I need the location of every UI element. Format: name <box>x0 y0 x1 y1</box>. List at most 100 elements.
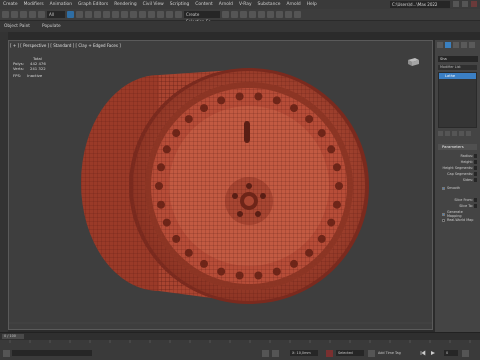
go-to-start-icon[interactable] <box>420 350 426 356</box>
viewport-label[interactable]: [ + ] [ Perspective ] [ Standard ] [ Cla… <box>10 43 121 48</box>
menu-substance[interactable]: Substance <box>258 2 281 7</box>
curve-editor-icon[interactable] <box>249 11 256 18</box>
spinner-snap-icon[interactable] <box>175 11 182 18</box>
snap-icon[interactable] <box>148 11 155 18</box>
render-setup-icon[interactable] <box>276 11 283 18</box>
scale-icon[interactable] <box>121 11 128 18</box>
perspective-viewport[interactable] <box>8 40 433 330</box>
unlink-icon[interactable] <box>29 11 36 18</box>
workspace-dropdown[interactable]: C:\Users\d...\Max 2022 <box>390 1 450 8</box>
named-selection-dropdown[interactable]: Create Selection Se <box>184 11 220 24</box>
bind-icon[interactable] <box>38 11 45 18</box>
param-cap-segments-spinner[interactable] <box>474 172 477 176</box>
param-radius-spinner[interactable] <box>474 154 477 158</box>
create-tab-icon[interactable] <box>437 42 443 48</box>
display-tab-icon[interactable] <box>469 42 475 48</box>
modifier-stack: Lathe <box>438 72 477 128</box>
play-icon[interactable] <box>430 350 436 356</box>
menu-rendering[interactable]: Rendering <box>114 2 136 7</box>
slice-from-spinner[interactable] <box>474 198 477 202</box>
remove-modifier-icon[interactable] <box>459 131 464 136</box>
redo-icon[interactable] <box>11 11 18 18</box>
link-icon[interactable] <box>20 11 27 18</box>
time-slider[interactable]: 0 / 100 <box>0 332 480 340</box>
menu-graph-editors[interactable]: Graph Editors <box>78 2 108 7</box>
auto-key-icon[interactable] <box>326 350 333 357</box>
menu-content[interactable]: Content <box>195 2 212 7</box>
rim-bolt <box>305 248 314 257</box>
current-frame-field[interactable]: 0 <box>444 350 458 356</box>
render-icon[interactable] <box>294 11 301 18</box>
rim-bolt <box>162 218 171 227</box>
mirror-icon[interactable] <box>222 11 229 18</box>
menu-scripting[interactable]: Scripting <box>170 2 190 7</box>
param-height-segments-spinner[interactable] <box>474 166 477 170</box>
undo-icon[interactable] <box>2 11 9 18</box>
ribbon-populate[interactable]: Populate <box>42 24 61 29</box>
menu-modifiers[interactable]: Modifiers <box>24 2 44 7</box>
place-icon[interactable] <box>130 11 137 18</box>
ribbon-object-paint[interactable]: Object Paint <box>4 24 30 29</box>
make-unique-icon[interactable] <box>452 131 457 136</box>
modifier-list-dropdown[interactable]: Modifier List <box>438 65 477 70</box>
configure-sets-icon[interactable] <box>466 131 471 136</box>
rim-bolt <box>217 267 226 276</box>
selected-dropdown[interactable]: Selected <box>336 350 364 356</box>
rotate-icon[interactable] <box>112 11 119 18</box>
menu-create[interactable]: Create <box>3 2 18 7</box>
object-name-field[interactable]: Sha <box>438 56 478 62</box>
selection-filter-dropdown[interactable]: All <box>47 11 65 18</box>
menu-animation[interactable]: Animation <box>50 2 72 7</box>
show-end-result-icon[interactable] <box>445 131 450 136</box>
real-world-map-checkbox[interactable] <box>442 218 445 222</box>
hierarchy-tab-icon[interactable] <box>453 42 459 48</box>
minimize-icon[interactable] <box>453 1 459 7</box>
modifier-item-lathe[interactable]: Lathe <box>439 73 476 79</box>
percent-snap-icon[interactable] <box>166 11 173 18</box>
rim-bolt <box>157 163 165 172</box>
select-by-name-icon[interactable] <box>76 11 83 18</box>
set-key-icon[interactable] <box>368 350 375 357</box>
main-toolbar: All Create Selection Se <box>0 9 480 24</box>
rim-bolt <box>317 234 326 243</box>
menu-help[interactable]: Help <box>307 2 317 7</box>
maxscript-listener[interactable] <box>12 350 92 356</box>
lock-selection-icon[interactable] <box>262 350 269 357</box>
maximize-icon[interactable] <box>462 1 468 7</box>
select-icon[interactable] <box>67 11 74 18</box>
rim-bolt <box>184 248 193 257</box>
param-sides-spinner[interactable] <box>474 178 477 182</box>
parameters-rollout[interactable]: Parameters <box>438 144 477 150</box>
add-time-tag[interactable]: Add Time Tag <box>378 350 401 357</box>
param-height-spinner[interactable] <box>474 160 477 164</box>
x-coordinate-field[interactable]: X: 10,0mm <box>290 350 318 356</box>
generate-mapping-checkbox[interactable] <box>442 212 445 216</box>
pivot-icon[interactable] <box>139 11 146 18</box>
modify-tab-icon[interactable] <box>445 42 451 48</box>
angle-snap-icon[interactable] <box>157 11 164 18</box>
viewcube-icon[interactable] <box>406 57 420 67</box>
align-icon[interactable] <box>231 11 238 18</box>
move-icon[interactable] <box>103 11 110 18</box>
window-crossing-icon[interactable] <box>94 11 101 18</box>
schematic-icon[interactable] <box>258 11 265 18</box>
close-icon[interactable] <box>471 1 477 7</box>
menu-arnold[interactable]: Arnold <box>219 2 233 7</box>
rect-select-icon[interactable] <box>85 11 92 18</box>
pin-stack-icon[interactable] <box>438 131 443 136</box>
menu-vray[interactable]: V-Ray <box>239 2 252 7</box>
material-editor-icon[interactable] <box>267 11 274 18</box>
menu-civil-view[interactable]: Civil View <box>143 2 164 7</box>
param-sides-label: Sides: <box>462 178 473 182</box>
render-frame-icon[interactable] <box>285 11 292 18</box>
maxscript-icon[interactable] <box>3 350 10 357</box>
smooth-checkbox[interactable] <box>442 186 445 190</box>
absolute-mode-icon[interactable] <box>272 350 279 357</box>
slice-to-spinner[interactable] <box>474 204 477 208</box>
menu-arnold-2[interactable]: Arnold <box>287 2 301 7</box>
motion-tab-icon[interactable] <box>461 42 467 48</box>
layer-icon[interactable] <box>240 11 247 18</box>
rim-bolt <box>290 259 298 268</box>
rim-bolt <box>272 96 281 105</box>
time-config-icon[interactable] <box>462 350 469 357</box>
